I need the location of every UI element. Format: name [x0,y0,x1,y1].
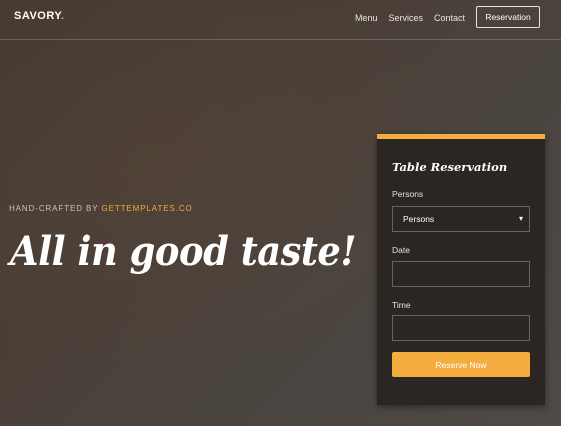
brand-name: SAVORY [14,10,62,22]
reservation-button[interactable]: Reservation [476,6,540,28]
reservation-card: Table Reservation Persons Persons ▾ Date… [377,134,545,405]
hero-subtitle: HAND-CRAFTED BY GETTEMPLATES.CO [9,204,193,213]
persons-select-value: Persons [403,214,435,224]
hero-subtitle-prefix: HAND-CRAFTED BY [9,204,102,213]
date-label: Date [392,245,410,255]
time-input[interactable] [392,315,530,341]
date-input[interactable] [392,261,530,287]
brand-logo[interactable]: SAVORY. [14,10,65,22]
time-label: Time [392,300,411,310]
chevron-down-icon: ▾ [518,214,523,223]
hero-title: All in good taste! [10,228,357,275]
nav-link-menu[interactable]: Menu [355,13,378,23]
nav-link-services[interactable]: Services [388,13,423,23]
hero-subtitle-link[interactable]: GETTEMPLATES.CO [101,204,192,213]
nav-links: Menu Services Contact [355,13,465,23]
nav-link-contact[interactable]: Contact [434,13,465,23]
persons-label: Persons [392,189,424,199]
persons-select[interactable]: Persons ▾ [392,206,530,232]
reservation-title: Table Reservation [392,160,508,174]
navbar: SAVORY. Menu Services Contact Reservatio… [0,0,561,40]
reserve-now-button[interactable]: Reserve Now [392,352,530,377]
brand-dot: . [61,10,65,22]
